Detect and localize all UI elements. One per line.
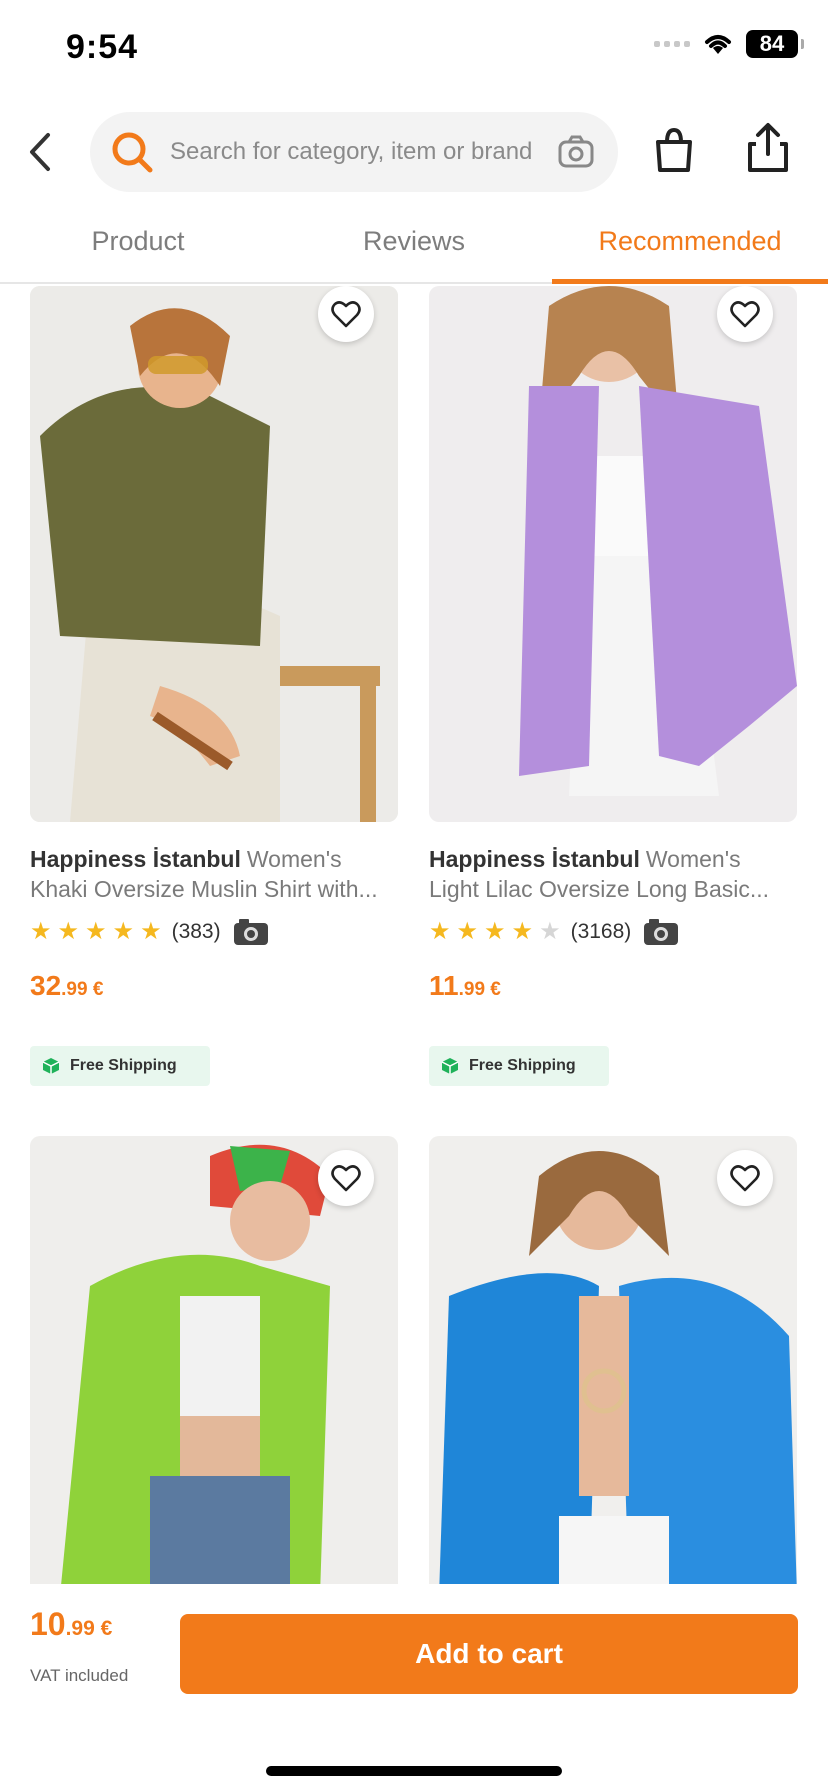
bottom-purchase-bar: 10.99 € VAT included Add to cart: [0, 1584, 828, 1792]
search-bar[interactable]: [90, 112, 618, 192]
product-image[interactable]: [429, 1136, 797, 1584]
signal-icon: [654, 41, 690, 47]
product-name-part2: Light Lilac Oversize Long Basic...: [429, 876, 770, 902]
heart-icon: [730, 301, 760, 328]
search-icon: [110, 130, 154, 174]
star-icon: ★: [484, 918, 506, 945]
product-tabs: Product Reviews Recommended: [0, 210, 828, 284]
cart-button[interactable]: [652, 126, 696, 174]
product-title[interactable]: Happiness İstanbul Women's Light Lilac Ov…: [429, 844, 797, 904]
battery-icon: 84: [746, 30, 804, 58]
heart-icon: [730, 1165, 760, 1192]
product-name-part1: Women's: [645, 846, 741, 872]
product-brand: Happiness İstanbul: [429, 846, 640, 872]
favorite-button[interactable]: [717, 286, 773, 342]
back-button[interactable]: [20, 128, 60, 176]
star-icon: ★: [429, 918, 451, 945]
current-price: 10.99 €: [30, 1606, 113, 1642]
favorite-button[interactable]: [318, 286, 374, 342]
photo-review-icon: [644, 919, 679, 945]
star-icon: ★: [85, 918, 107, 945]
star-icon: ★: [511, 918, 534, 945]
review-count: (3168): [570, 920, 632, 943]
review-count: (383): [171, 920, 221, 943]
search-input[interactable]: [170, 112, 550, 192]
shopping-bag-icon: [656, 127, 692, 172]
product-card[interactable]: [429, 1136, 797, 1584]
star-empty-icon: ★: [539, 918, 561, 945]
product-title[interactable]: Happiness İstanbul Women's Khaki Oversize…: [30, 844, 398, 904]
product-rating: ★ ★ ★ ★ ★ (383): [30, 916, 398, 948]
status-icons: 84: [654, 30, 804, 58]
status-time: 9:54: [66, 28, 139, 66]
share-button[interactable]: [746, 122, 790, 174]
product-price: 32.99 €: [30, 970, 104, 1001]
product-brand: Happiness İstanbul: [30, 846, 241, 872]
product-image[interactable]: [30, 286, 398, 822]
favorite-button[interactable]: [318, 1150, 374, 1206]
heart-icon: [331, 301, 361, 328]
add-to-cart-button[interactable]: Add to cart: [180, 1614, 798, 1694]
status-bar: 9:54 84: [0, 0, 828, 100]
product-card[interactable]: Happiness İstanbul Women's Light Lilac Ov…: [429, 286, 797, 1086]
product-name-part2: Khaki Oversize Muslin Shirt with...: [30, 876, 378, 902]
product-card[interactable]: [30, 1136, 398, 1584]
product-price: 11.99 €: [429, 970, 501, 1001]
wifi-icon: [705, 35, 731, 54]
product-card[interactable]: Happiness İstanbul Women's Khaki Oversize…: [30, 286, 398, 1086]
tab-product[interactable]: Product: [0, 226, 276, 257]
recommended-grid: Happiness İstanbul Women's Khaki Oversize…: [0, 284, 828, 1584]
star-icon: ★: [57, 918, 80, 945]
camera-search-icon[interactable]: [556, 132, 596, 172]
chevron-left-icon: [30, 133, 50, 171]
star-icon: ★: [456, 918, 479, 945]
free-shipping-badge: Free Shipping: [30, 1046, 210, 1086]
product-rating: ★ ★ ★ ★ ★ (3168): [429, 916, 797, 948]
star-icon: ★: [112, 918, 135, 945]
product-image[interactable]: [429, 286, 797, 822]
free-shipping-badge: Free Shipping: [429, 1046, 609, 1086]
heart-icon: [331, 1165, 361, 1192]
vat-note: VAT included: [30, 1666, 129, 1685]
star-icon: ★: [30, 918, 52, 945]
header: [0, 110, 828, 194]
product-image[interactable]: [30, 1136, 398, 1584]
favorite-button[interactable]: [717, 1150, 773, 1206]
tab-reviews[interactable]: Reviews: [276, 226, 552, 257]
product-name-part1: Women's: [246, 846, 342, 872]
share-icon: [748, 123, 788, 172]
star-icon: ★: [140, 918, 162, 945]
box-icon: [441, 1058, 459, 1074]
tab-recommended[interactable]: Recommended: [552, 226, 828, 257]
photo-review-icon: [233, 919, 268, 945]
home-indicator[interactable]: [266, 1766, 562, 1776]
box-icon: [42, 1058, 60, 1074]
